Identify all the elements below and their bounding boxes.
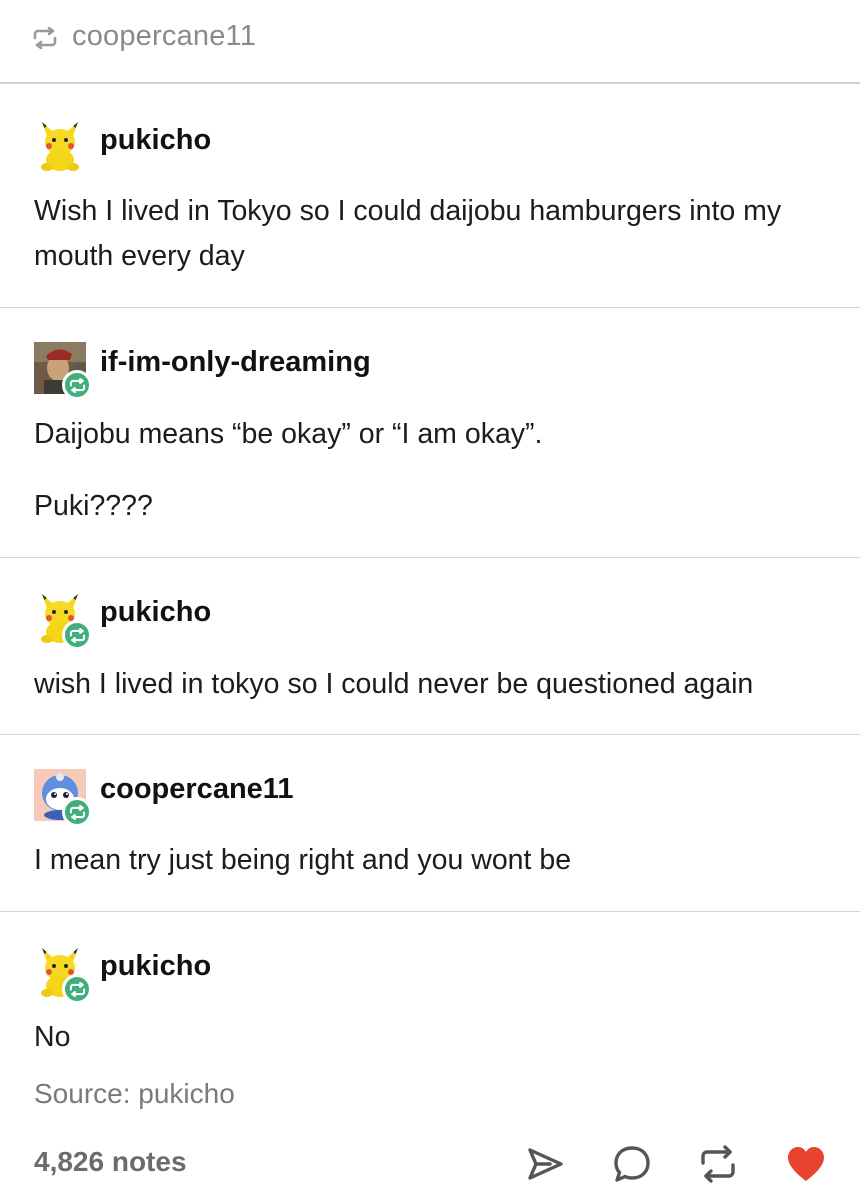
post-entry: pukicho Wish I lived in Tokyo so I could… — [0, 86, 860, 308]
post-text: No — [34, 1021, 71, 1053]
post-username[interactable]: pukicho — [100, 124, 211, 157]
post-text: Wish I lived in Tokyo so I could daijobu… — [34, 195, 782, 272]
reblog-icon[interactable] — [696, 1142, 740, 1186]
post-entry: coopercane11 I mean try just being right… — [0, 735, 860, 912]
post-username[interactable]: coopercane11 — [100, 773, 293, 806]
reblog-username[interactable]: coopercane11 — [72, 20, 256, 53]
reblog-icon — [32, 26, 58, 50]
post-text-second-paragraph: Puki???? — [34, 490, 153, 522]
reblog-badge — [62, 620, 92, 650]
post-username[interactable]: if-im-only-dreaming — [100, 346, 371, 379]
notes-count[interactable]: 4,826 notes — [34, 1146, 187, 1178]
post-entry: pukicho wish I lived in tokyo so I could… — [0, 558, 860, 735]
share-icon[interactable] — [523, 1142, 567, 1186]
post-username[interactable]: pukicho — [100, 950, 211, 983]
reply-icon[interactable] — [610, 1142, 654, 1186]
avatar-pikachu[interactable] — [34, 120, 86, 172]
post-entry: pukicho No — [0, 912, 860, 1072]
post-text: I mean try just being right and you wont… — [34, 844, 572, 876]
post-text: wish I lived in tokyo so I could never b… — [34, 668, 754, 700]
reblog-badge — [62, 370, 92, 400]
post-entry: if-im-only-dreaming Daijobu means “be ok… — [0, 308, 860, 558]
source-link[interactable]: Source: pukicho — [34, 1078, 235, 1110]
reblog-badge — [62, 797, 92, 827]
post-text: Daijobu means “be okay” or “I am okay”. — [34, 418, 543, 450]
reblog-header: coopercane11 — [0, 0, 860, 84]
reblog-badge — [62, 974, 92, 1004]
post-username[interactable]: pukicho — [100, 596, 211, 629]
like-heart-icon[interactable] — [784, 1142, 828, 1186]
